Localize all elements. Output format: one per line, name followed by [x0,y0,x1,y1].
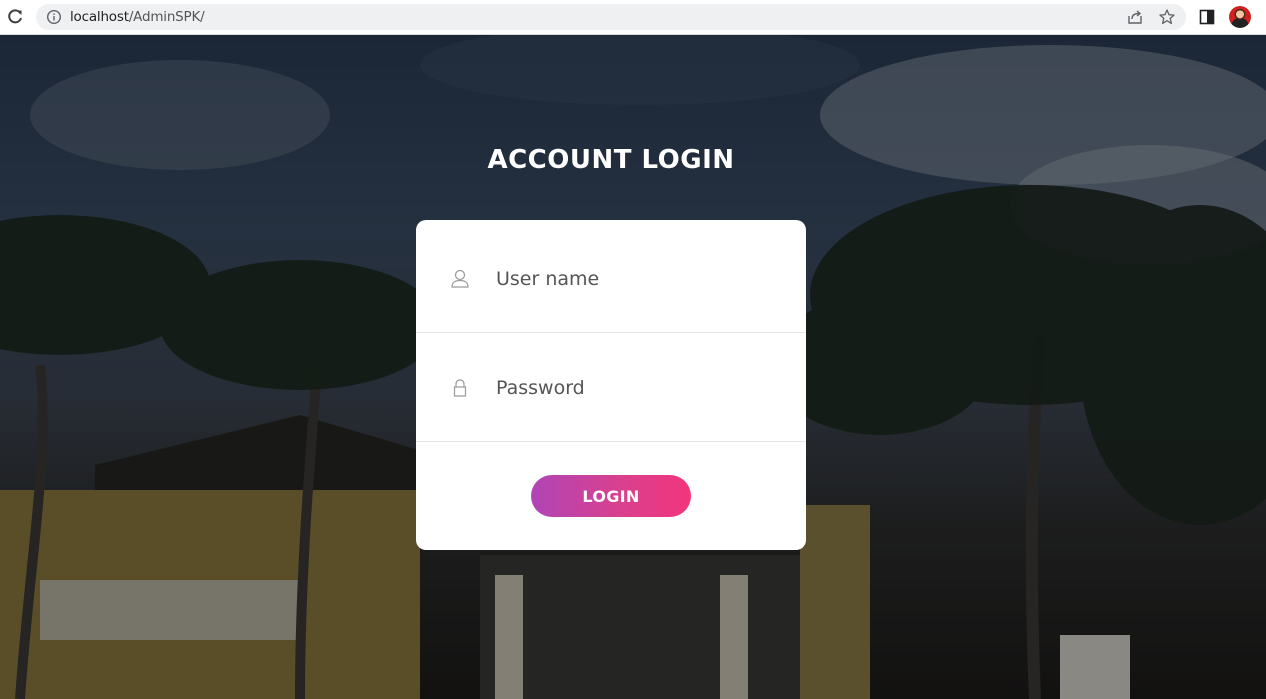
reload-icon[interactable] [5,7,25,27]
username-input[interactable] [496,265,776,293]
password-field [416,334,806,442]
share-icon[interactable] [1126,8,1144,26]
password-input[interactable] [496,374,776,402]
login-page: ACCOUNT LOGIN LOGIN [0,35,1266,699]
info-icon[interactable] [46,9,62,25]
side-panel-icon[interactable] [1199,9,1215,25]
browser-toolbar: localhost/AdminSPK/ [0,0,1266,35]
lock-icon [453,379,467,397]
login-button[interactable]: LOGIN [531,475,691,517]
bookmark-star-icon[interactable] [1158,8,1176,26]
user-icon [451,269,469,288]
address-bar[interactable]: localhost/AdminSPK/ [36,4,1186,30]
profile-avatar[interactable] [1229,6,1251,28]
page-title: ACCOUNT LOGIN [487,145,735,175]
login-card: LOGIN [416,220,806,550]
url-text[interactable]: localhost/AdminSPK/ [70,8,205,26]
url-path: /AdminSPK/ [128,9,205,25]
url-host: localhost [70,9,129,25]
username-field [416,225,806,333]
